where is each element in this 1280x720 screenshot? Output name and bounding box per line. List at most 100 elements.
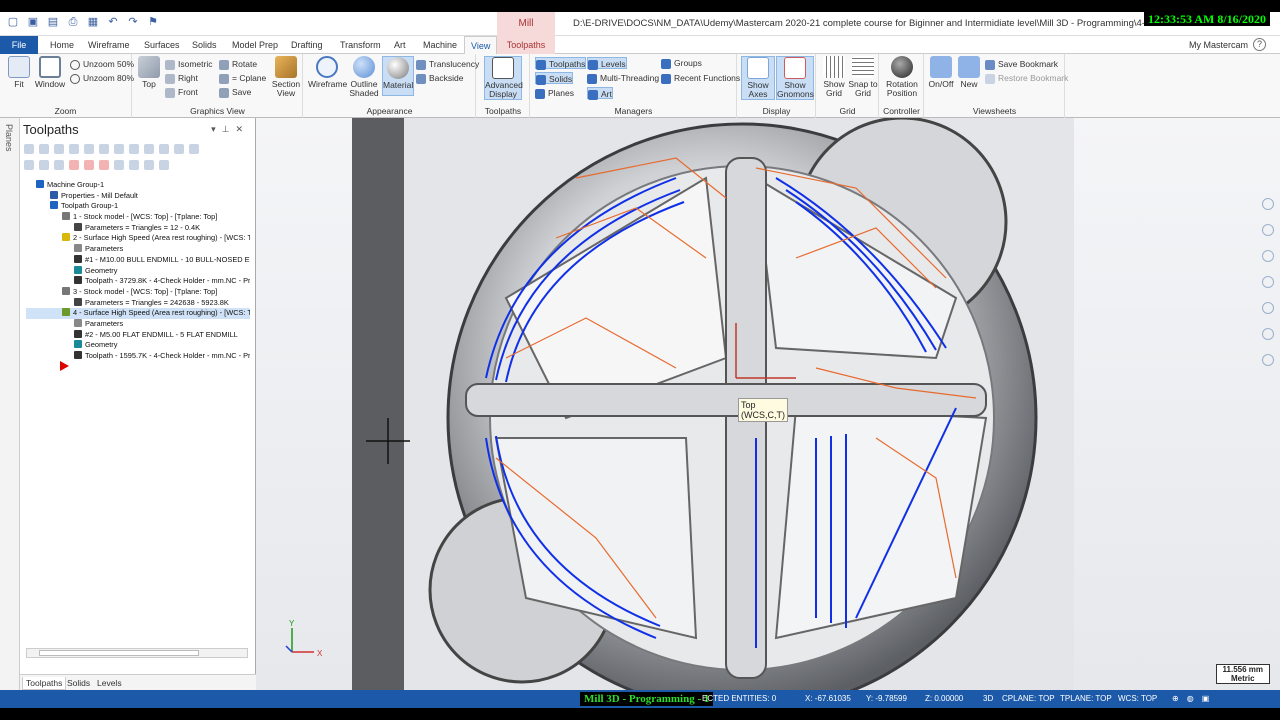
display-icon[interactable]: ▣: [1202, 694, 1218, 703]
planes-side-tab[interactable]: Planes: [0, 118, 20, 690]
front-view-button[interactable]: Front: [165, 86, 198, 98]
tree-node[interactable]: Properties - Mill Default: [26, 190, 250, 202]
regenerate-icon[interactable]: [54, 144, 64, 154]
regenerate-dirty-icon[interactable]: [69, 144, 79, 154]
right-view-button[interactable]: Right: [165, 72, 198, 84]
new-viewsheet-button[interactable]: New: [957, 56, 981, 89]
undo-icon[interactable]: ↶: [106, 15, 120, 29]
graphics-viewport[interactable]: Y X Top (WCS,C,T) 11.556 mm Metric: [256, 118, 1280, 690]
tab-toolpaths-manager[interactable]: Toolpaths: [22, 677, 67, 690]
open-icon[interactable]: ▤: [46, 15, 60, 29]
flag-icon[interactable]: [1262, 328, 1274, 340]
advanced-display-button[interactable]: Advanced Display: [484, 56, 523, 100]
backplot-icon[interactable]: [84, 144, 94, 154]
toggle-display-icon[interactable]: [39, 160, 49, 170]
toggle-posting-icon[interactable]: [54, 160, 64, 170]
tree-node[interactable]: Machine Group-1: [26, 180, 250, 191]
tab-drafting[interactable]: Drafting: [285, 36, 329, 54]
rotation-position-button[interactable]: Rotation Position: [882, 56, 922, 98]
tab-machine[interactable]: Machine: [417, 36, 463, 54]
tree-node[interactable]: Toolpath Group-1: [26, 201, 250, 212]
outline-shaded-button[interactable]: Outline Shaded: [346, 56, 382, 98]
tab-surfaces[interactable]: Surfaces: [138, 36, 186, 54]
restore-bookmark-button[interactable]: Restore Bookmark: [985, 72, 1068, 84]
tree-node[interactable]: 1 - Stock model - [WCS: Top] - [Tplane: …: [26, 212, 250, 223]
snap-to-grid-button[interactable]: Snap to Grid: [847, 56, 879, 98]
tab-wireframe[interactable]: Wireframe: [82, 36, 136, 54]
filter-icon[interactable]: [159, 160, 169, 170]
tree-horizontal-scrollbar[interactable]: [26, 648, 248, 658]
tab-view[interactable]: View: [464, 36, 498, 54]
cplane-button[interactable]: = Cplane: [219, 72, 266, 84]
section-view-button[interactable]: Section View: [271, 56, 301, 98]
simulate-icon[interactable]: [114, 144, 124, 154]
tree-node[interactable]: #1 - M10.00 BULL ENDMILL - 10 BULL-NOSED…: [26, 254, 250, 266]
tree-node[interactable]: Geometry: [26, 265, 250, 277]
insert-arrow-icon[interactable]: [99, 160, 109, 170]
tab-home[interactable]: Home: [44, 36, 80, 54]
multi-threading-toggle[interactable]: Multi-Threading: [587, 72, 659, 84]
material-button[interactable]: Material: [382, 56, 414, 96]
view-tool-icon[interactable]: [1262, 276, 1274, 288]
rotate-view-icon[interactable]: [1262, 250, 1274, 262]
top-view-button[interactable]: Top: [137, 56, 161, 89]
move-up-icon[interactable]: [84, 160, 94, 170]
viewsheets-onoff-button[interactable]: On/Off: [927, 56, 955, 89]
help-panel-icon[interactable]: [189, 144, 199, 154]
layers-icon[interactable]: [1262, 354, 1274, 366]
scrollbar-thumb[interactable]: [39, 650, 199, 656]
verify-icon[interactable]: [99, 144, 109, 154]
tree-node[interactable]: Parameters = Triangles = 242638 - 5923.8…: [26, 297, 250, 309]
art-manager-toggle[interactable]: Art: [587, 87, 613, 100]
tab-solids-manager[interactable]: Solids: [64, 677, 93, 689]
lock-icon[interactable]: [174, 144, 184, 154]
save-icon[interactable]: ▣: [26, 15, 40, 29]
zoom-in-icon[interactable]: [1262, 198, 1274, 210]
unzoom-50-button[interactable]: Unzoom 50%: [70, 58, 134, 70]
save-as-icon[interactable]: ▦: [86, 15, 100, 29]
customize-icon[interactable]: ⚑: [146, 15, 160, 29]
tab-art[interactable]: Art: [388, 36, 412, 54]
delete-icon[interactable]: [159, 144, 169, 154]
tab-transform[interactable]: Transform: [334, 36, 387, 54]
recent-functions-toggle[interactable]: Recent Functions: [661, 72, 740, 84]
sphere-icon[interactable]: ◍: [1187, 694, 1202, 703]
tree-node[interactable]: 2 - Surface High Speed (Area rest roughi…: [26, 233, 250, 244]
cplane-status[interactable]: CPLANE: TOP: [1002, 694, 1055, 703]
dimension-toggle[interactable]: 3D: [983, 694, 993, 703]
tplane-status[interactable]: TPLANE: TOP: [1060, 694, 1112, 703]
show-grid-button[interactable]: Show Grid: [819, 56, 849, 98]
highfeed-icon[interactable]: [144, 144, 154, 154]
new-file-icon[interactable]: ▢: [6, 15, 20, 29]
backside-button[interactable]: Backside: [416, 72, 464, 84]
save-bookmark-button[interactable]: Save Bookmark: [985, 58, 1058, 70]
tab-file[interactable]: File: [0, 36, 38, 54]
tab-model-prep[interactable]: Model Prep: [226, 36, 284, 54]
translucency-button[interactable]: Translucency: [416, 58, 479, 70]
rotate-button[interactable]: Rotate: [219, 58, 257, 70]
toolpaths-manager-toggle[interactable]: Toolpaths: [535, 57, 587, 70]
tree-node[interactable]: 3 - Stock model - [WCS: Top] - [Tplane: …: [26, 286, 250, 298]
tree-node[interactable]: Parameters: [26, 318, 250, 330]
select-failed-icon[interactable]: [39, 144, 49, 154]
show-axes-button[interactable]: Show Axes: [741, 56, 775, 100]
lock-operation-icon[interactable]: [24, 160, 34, 170]
pin-icon[interactable]: ⊥: [222, 124, 236, 134]
show-gnomons-button[interactable]: Show Gnomons: [776, 56, 814, 100]
solids-manager-toggle[interactable]: Solids: [535, 72, 574, 85]
redo-icon[interactable]: ↷: [126, 15, 140, 29]
gear-icon[interactable]: [1262, 302, 1274, 314]
tree-node[interactable]: Toolpath - 3729.8K - 4-Check Holder - mm…: [26, 276, 250, 287]
tree-node[interactable]: Parameters: [26, 244, 250, 255]
wireframe-mode-button[interactable]: Wireframe: [308, 56, 347, 89]
select-all-icon[interactable]: [24, 144, 34, 154]
tab-toolpaths[interactable]: Toolpaths: [497, 36, 555, 54]
tab-levels-manager[interactable]: Levels: [94, 677, 125, 689]
tree-node[interactable]: Parameters = Triangles = 12 - 0.4K: [26, 222, 250, 234]
levels-manager-toggle[interactable]: Levels: [587, 57, 627, 70]
print-icon[interactable]: ⎙: [66, 15, 80, 29]
insert-arrow-marker[interactable]: [60, 361, 69, 371]
groups-manager-toggle[interactable]: Groups: [661, 57, 702, 69]
my-mastercam-link[interactable]: My Mastercam: [1189, 40, 1248, 50]
wcs-status[interactable]: WCS: TOP: [1118, 694, 1157, 703]
